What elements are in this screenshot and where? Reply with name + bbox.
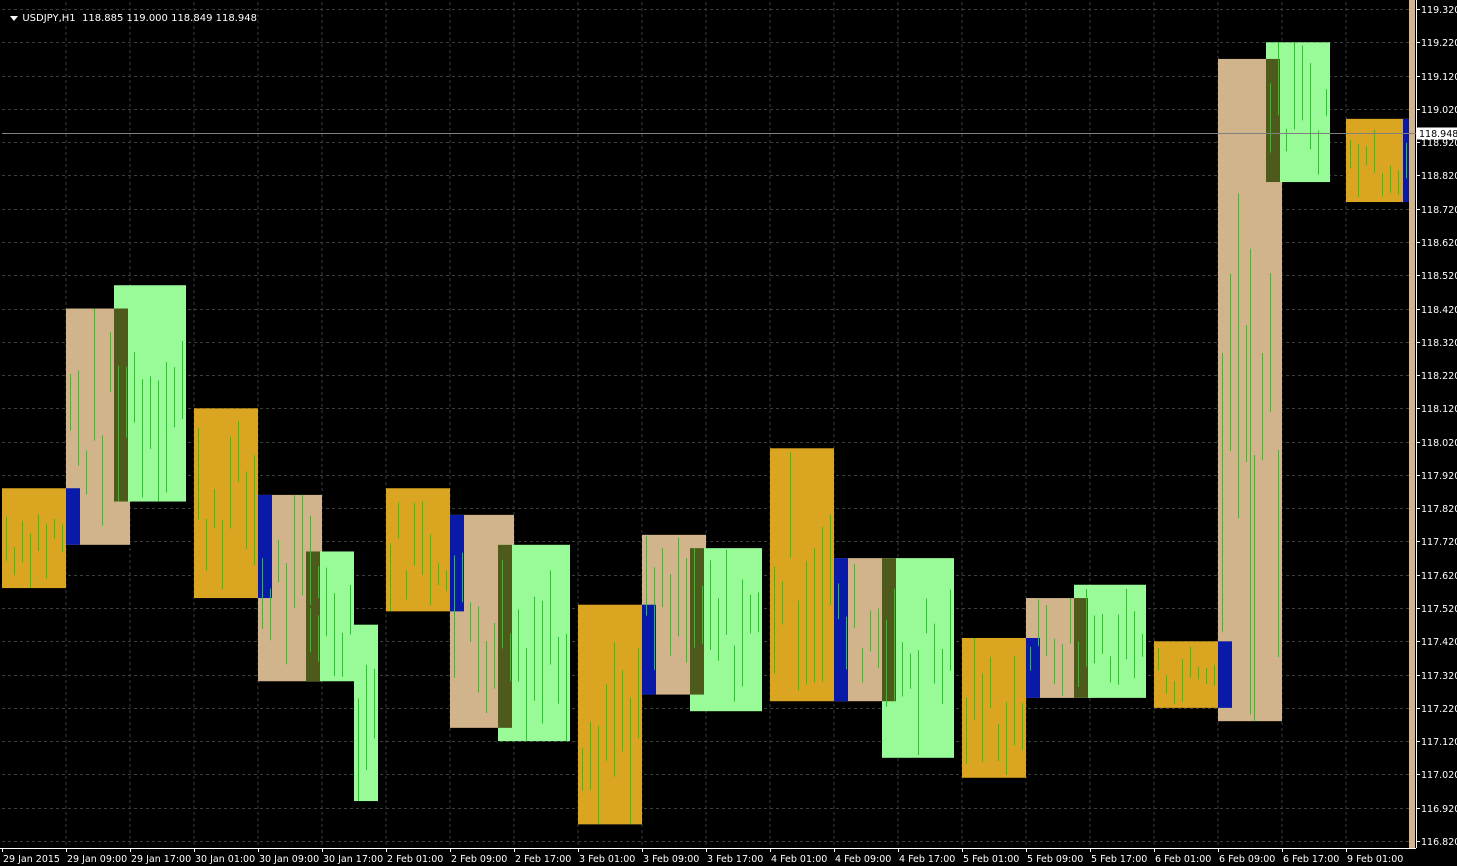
price-tick-label: 119.320: [1421, 5, 1457, 16]
price-tick-label: 118.520: [1421, 271, 1457, 282]
time-tick-label: 5 Feb 17:00: [1091, 854, 1147, 865]
session-overlap-bar: [1026, 637, 1040, 698]
session-box-asia: [194, 408, 258, 599]
time-tick-label: 30 Jan 09:00: [259, 854, 319, 865]
session-overlap-bar: [450, 514, 464, 612]
time-tick-label: 9 Feb 01:00: [1347, 854, 1403, 865]
time-tick-label: 2 Feb 17:00: [515, 854, 571, 865]
price-tick-label: 117.220: [1421, 704, 1457, 715]
session-overlap-bar: [114, 308, 128, 502]
time-tick-label: 6 Feb 09:00: [1219, 854, 1275, 865]
time-tick-label: 2 Feb 09:00: [451, 854, 507, 865]
time-tick-label: 4 Feb 09:00: [835, 854, 891, 865]
time-tick-label: 5 Feb 01:00: [963, 854, 1019, 865]
price-tick-label: 118.220: [1421, 371, 1457, 382]
session-box-asia: [386, 488, 450, 612]
session-overlap-bar: [882, 558, 896, 702]
time-tick-label: 29 Jan 2015: [3, 854, 60, 865]
price-tick-label: 117.320: [1421, 671, 1457, 682]
time-tick-label: 29 Jan 17:00: [131, 854, 191, 865]
price-tick-label: 117.720: [1421, 537, 1457, 548]
price-tick-label: 117.420: [1421, 637, 1457, 648]
session-overlap-bar: [306, 551, 320, 682]
time-tick-label: 6 Feb 01:00: [1155, 854, 1211, 865]
time-tick-label: 30 Jan 01:00: [195, 854, 255, 865]
time-tick-label: 3 Feb 17:00: [707, 854, 763, 865]
session-boxes: [2, 42, 1415, 825]
session-box-asia: [2, 488, 66, 589]
price-tick-label: 117.120: [1421, 737, 1457, 748]
session-overlap-bar: [834, 558, 848, 702]
session-box-asia: [578, 604, 642, 825]
session-overlap-bar: [66, 488, 80, 545]
price-tick-label: 117.020: [1421, 770, 1457, 781]
session-box-asia: [962, 637, 1026, 778]
session-overlap-bar: [642, 604, 656, 695]
time-tick-label: 30 Jan 17:00: [323, 854, 383, 865]
price-tick-label: 119.020: [1421, 105, 1457, 116]
price-tick-label: 119.120: [1421, 72, 1457, 83]
time-tick-label: 2 Feb 01:00: [387, 854, 443, 865]
price-tick-label: 118.020: [1421, 438, 1457, 449]
time-tick-label: 4 Feb 01:00: [771, 854, 827, 865]
price-tick-label: 116.920: [1421, 804, 1457, 815]
time-axis-labels: 29 Jan 2015 29 Jan 09:00 29 Jan 17:00 30 Ja…: [2, 848, 1403, 865]
time-tick-label: 3 Feb 01:00: [579, 854, 635, 865]
time-tick-label: 4 Feb 17:00: [899, 854, 955, 865]
price-tick-label: 117.620: [1421, 571, 1457, 582]
price-tick-label: 118.720: [1421, 205, 1457, 216]
price-tick-label: 116.820: [1421, 837, 1457, 848]
session-box-asia: [770, 448, 834, 702]
dropdown-triangle-icon[interactable]: [10, 15, 19, 21]
chart-canvas[interactable]: 119.320119.220119.120119.020118.920118.8…: [0, 0, 1457, 866]
time-tick-label: 29 Jan 09:00: [67, 854, 127, 865]
price-tick-label: 118.420: [1421, 305, 1457, 316]
price-tick-label: 117.520: [1421, 604, 1457, 615]
session-overlap-bar: [258, 494, 272, 599]
price-tick-label: 117.920: [1421, 471, 1457, 482]
ohlc-label: 118.885 119.000 118.849 118.948: [82, 13, 257, 24]
symbol-label: USDJPY,H1: [22, 13, 76, 24]
session-overlap-bar: [1218, 641, 1232, 708]
chart-info-label: USDJPY,H1 118.885 119.000 118.849 118.94…: [4, 2, 257, 24]
price-tick-label: 118.120: [1421, 404, 1457, 415]
time-tick-label: 3 Feb 09:00: [643, 854, 699, 865]
right-shift-strip: [1409, 0, 1415, 848]
session-box-asia: [1346, 118, 1410, 203]
session-overlap-bar: [498, 544, 512, 728]
session-overlap-bar: [690, 548, 704, 695]
time-tick-label: 6 Feb 17:00: [1283, 854, 1339, 865]
session-box-asia: [1154, 641, 1218, 708]
session-overlap-bar: [1266, 58, 1280, 183]
time-tick-label: 5 Feb 09:00: [1027, 854, 1083, 865]
price-tick-label: 118.320: [1421, 338, 1457, 349]
price-tick-label: 117.820: [1421, 504, 1457, 515]
session-overlap-bar: [1074, 598, 1088, 698]
price-tick-label: 119.220: [1421, 38, 1457, 49]
price-tick-label: 118.820: [1421, 171, 1457, 182]
bid-price-text: 118.948: [1419, 129, 1457, 140]
price-tick-label: 118.620: [1421, 238, 1457, 249]
